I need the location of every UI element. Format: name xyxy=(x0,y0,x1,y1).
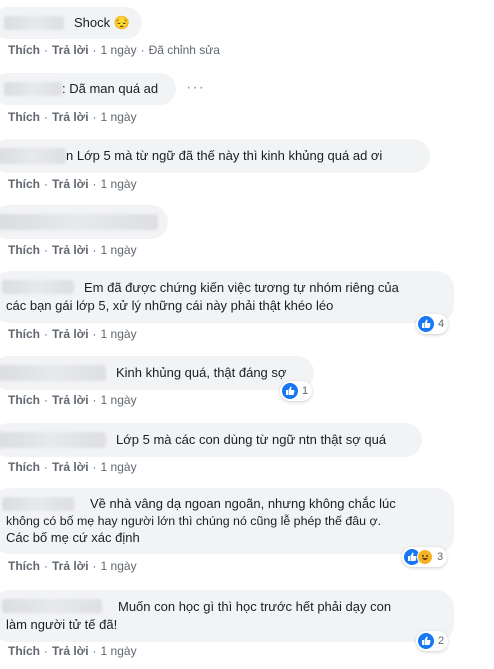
redacted-name xyxy=(2,497,74,511)
like-link[interactable]: Thích xyxy=(8,460,40,474)
timestamp[interactable]: 1 ngày xyxy=(101,243,137,257)
timestamp[interactable]: 1 ngày xyxy=(101,327,137,341)
comment-actions: Thích · Trả lời · 1 ngày xyxy=(8,460,137,474)
reaction-count: 4 xyxy=(438,318,445,330)
comment-text-line: Về nhà vâng dạ ngoan ngoãn, nhưng không … xyxy=(90,496,396,511)
timestamp[interactable]: 1 ngày xyxy=(101,393,137,407)
redacted-name xyxy=(0,214,158,230)
reply-link[interactable]: Trả lời xyxy=(52,460,89,474)
timestamp[interactable]: 1 ngày xyxy=(101,559,137,573)
redacted-name xyxy=(2,599,102,613)
comment-text: n Lớp 5 mà từ ngữ đã thế này thì kinh kh… xyxy=(66,148,383,163)
like-link[interactable]: Thích xyxy=(8,644,40,658)
timestamp[interactable]: 1 ngày xyxy=(101,177,137,191)
reply-link[interactable]: Trả lời xyxy=(52,243,89,257)
comment-bubble xyxy=(0,205,168,239)
timestamp[interactable]: 1 ngày xyxy=(101,460,137,474)
like-link[interactable]: Thích xyxy=(8,559,40,573)
comment-actions: Thích · Trả lời · 1 ngày xyxy=(8,393,137,407)
like-icon xyxy=(418,316,434,332)
comment-bubble: : Dã man quá ad xyxy=(0,73,176,105)
edited-label[interactable]: Đã chỉnh sửa xyxy=(149,43,220,57)
like-link[interactable]: Thích xyxy=(8,110,40,124)
like-link[interactable]: Thích xyxy=(8,43,40,57)
redacted-name xyxy=(4,16,64,30)
comment-text-line: Muốn con học gì thì học trước hết phải d… xyxy=(118,599,392,614)
redacted-name xyxy=(0,148,66,164)
reaction-summary[interactable]: 4 xyxy=(416,314,449,334)
comment-bubble: n Lớp 5 mà từ ngữ đã thế này thì kinh kh… xyxy=(0,139,430,173)
comment-actions: Thích · Trả lời · 1 ngày xyxy=(8,243,137,257)
reply-link[interactable]: Trả lời xyxy=(52,644,89,658)
comment-text-line: Các bố mẹ cứ xác định xyxy=(6,530,140,545)
comment-text: Shock 😔 xyxy=(74,15,130,30)
like-link[interactable]: Thích xyxy=(8,243,40,257)
comment-bubble: Lớp 5 mà các con dùng từ ngữ ntn thật sợ… xyxy=(0,423,422,457)
comment-bubble: Em đã được chứng kiến việc tương tự nhóm… xyxy=(0,271,454,323)
haha-icon xyxy=(417,549,433,565)
redacted-name xyxy=(4,82,62,96)
redacted-name xyxy=(2,280,74,294)
reply-link[interactable]: Trả lời xyxy=(52,327,89,341)
more-options-icon[interactable]: ··· xyxy=(186,79,205,97)
comment-bubble: Kinh khủng quá, thật đáng sợ xyxy=(0,356,314,390)
reaction-summary[interactable]: 2 xyxy=(416,631,449,651)
reply-link[interactable]: Trả lời xyxy=(52,177,89,191)
timestamp[interactable]: 1 ngày xyxy=(101,43,137,57)
reaction-summary[interactable]: 3 xyxy=(402,547,448,567)
comment-actions: Thích · Trả lời · 1 ngày xyxy=(8,644,137,658)
comment-text-line: làm người tử tế đã! xyxy=(6,617,118,632)
like-link[interactable]: Thích xyxy=(8,393,40,407)
reaction-count: 2 xyxy=(438,635,445,647)
reply-link[interactable]: Trả lời xyxy=(52,110,89,124)
comment-bubble: Muốn con học gì thì học trước hết phải d… xyxy=(0,590,454,642)
reply-link[interactable]: Trả lời xyxy=(52,43,89,57)
comment-text: Lớp 5 mà các con dùng từ ngữ ntn thật sợ… xyxy=(116,432,387,447)
comment-text-line: không có bố mẹ hay người lớn thì chúng n… xyxy=(6,514,382,528)
comment-text: : Dã man quá ad xyxy=(62,81,159,96)
timestamp[interactable]: 1 ngày xyxy=(101,110,137,124)
reaction-count: 3 xyxy=(437,551,444,563)
comment-text: Kinh khủng quá, thật đáng sợ xyxy=(116,365,287,380)
comment-actions: Thích · Trả lời · 1 ngày xyxy=(8,110,137,124)
reaction-summary[interactable]: 1 xyxy=(280,381,313,401)
reaction-count: 1 xyxy=(302,385,309,397)
like-link[interactable]: Thích xyxy=(8,327,40,341)
comment-actions: Thích · Trả lời · 1 ngày · Đã chỉnh sửa xyxy=(8,43,220,57)
like-icon xyxy=(282,383,298,399)
like-icon xyxy=(418,633,434,649)
comment-bubble: Shock 😔 xyxy=(0,7,142,39)
reply-link[interactable]: Trả lời xyxy=(52,393,89,407)
timestamp[interactable]: 1 ngày xyxy=(101,644,137,658)
redacted-name xyxy=(0,365,106,381)
comment-text-line: Em đã được chứng kiến việc tương tự nhóm… xyxy=(84,280,399,295)
comment-actions: Thích · Trả lời · 1 ngày xyxy=(8,177,137,191)
comment-bubble: Về nhà vâng dạ ngoan ngoãn, nhưng không … xyxy=(0,488,454,554)
redacted-name xyxy=(0,432,106,448)
comment-actions: Thích · Trả lời · 1 ngày xyxy=(8,559,137,573)
reply-link[interactable]: Trả lời xyxy=(52,559,89,573)
like-link[interactable]: Thích xyxy=(8,177,40,191)
comment-actions: Thích · Trả lời · 1 ngày xyxy=(8,327,137,341)
comment-text-line: các bạn gái lớp 5, xử lý những cái này p… xyxy=(6,298,334,313)
